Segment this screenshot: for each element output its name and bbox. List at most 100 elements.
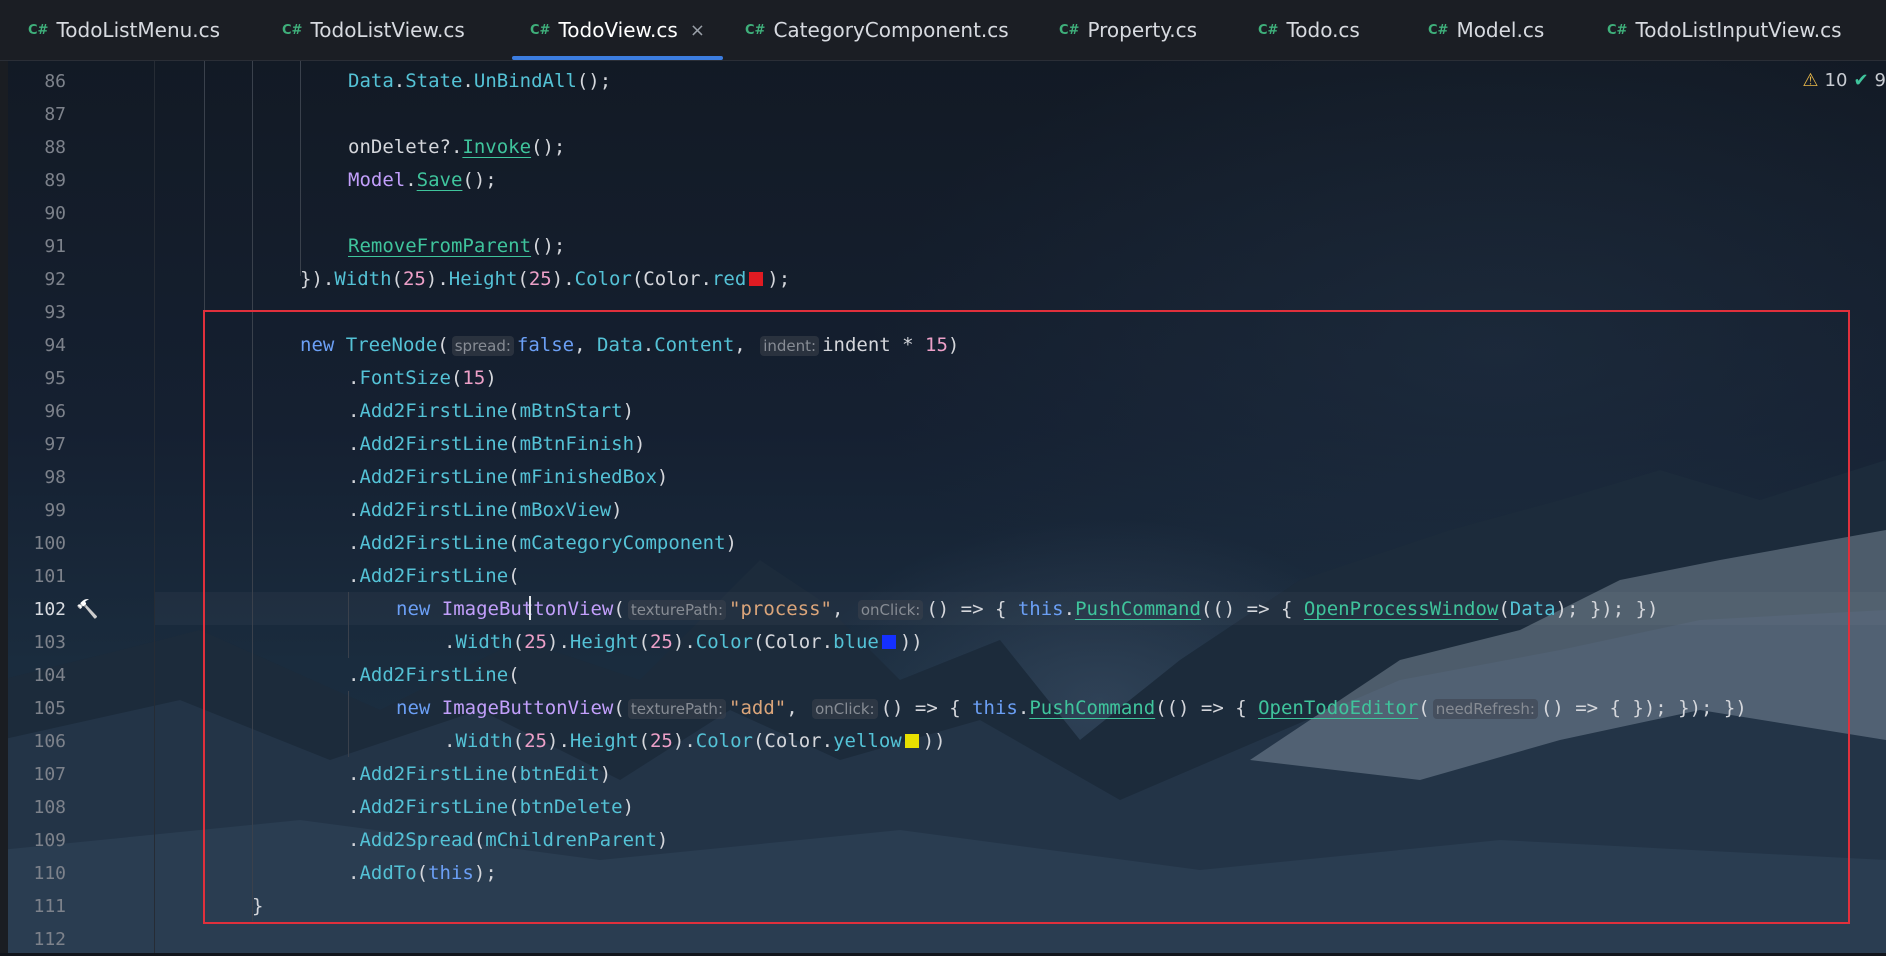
tab-label: Property.cs [1087, 18, 1197, 42]
code-token: }). [300, 268, 335, 290]
code-token: Color [643, 268, 701, 290]
line-number[interactable]: 99 [0, 494, 66, 527]
tab-todolistview[interactable]: C# TodoListView.cs [282, 0, 465, 60]
line-number[interactable]: 86 [0, 65, 66, 98]
line-number[interactable]: 102 [0, 593, 66, 626]
csharp-file-icon: C# [28, 22, 49, 38]
code-token: ( [391, 268, 403, 290]
line-number[interactable]: 103 [0, 626, 66, 659]
line-number[interactable]: 97 [0, 428, 66, 461]
code-token: onDelete?. [348, 136, 463, 158]
tab-label: TodoListInputView.cs [1635, 18, 1842, 42]
code-token: 25 [402, 268, 426, 290]
annotation-highlight-box [203, 310, 1850, 924]
code-token: . [405, 169, 417, 191]
code-token: Width [334, 268, 392, 290]
code-token: Data [348, 70, 394, 92]
code-text: Data.State.UnBindAll(); [348, 65, 611, 98]
code-token: ( [517, 268, 529, 290]
line-number[interactable]: 98 [0, 461, 66, 494]
ok-count: 9 [1874, 69, 1886, 91]
tab-property[interactable]: C# Property.cs [1059, 0, 1197, 60]
close-icon[interactable]: × [690, 20, 705, 41]
csharp-file-icon: C# [1059, 22, 1080, 38]
line-number[interactable]: 104 [0, 659, 66, 692]
tab-categorycomponent[interactable]: C# CategoryComponent.cs [745, 0, 1009, 60]
line-number[interactable]: 89 [0, 164, 66, 197]
tab-todolistmenu[interactable]: C# TodoListMenu.cs [28, 0, 220, 60]
line-number[interactable]: 96 [0, 395, 66, 428]
line-number[interactable]: 111 [0, 890, 66, 923]
warning-count: 10 [1824, 69, 1848, 91]
code-token: ). [551, 268, 575, 290]
code-line[interactable]: 92}).Width(25).Height(25).Color(Color.re… [0, 263, 1886, 296]
line-number[interactable]: 90 [0, 197, 66, 230]
code-token: ). [425, 268, 449, 290]
code-line[interactable]: 87 [0, 98, 1886, 131]
code-token: (); [531, 136, 566, 158]
tab-todoview[interactable]: C# TodoView.cs × [512, 0, 723, 60]
csharp-file-icon: C# [530, 22, 551, 38]
code-token: . [462, 70, 474, 92]
hammer-icon[interactable]: 🔨 [76, 593, 98, 626]
line-number[interactable]: 95 [0, 362, 66, 395]
csharp-file-icon: C# [1428, 22, 1449, 38]
code-token: . [393, 70, 406, 92]
code-token: UnBindAll [473, 70, 577, 92]
code-token: Invoke [462, 136, 532, 158]
tab-model[interactable]: C# Model.cs [1428, 0, 1544, 60]
code-token: State [405, 70, 463, 92]
check-icon: ✔ [1853, 69, 1869, 91]
code-token: Save [416, 169, 463, 191]
line-number[interactable]: 108 [0, 791, 66, 824]
code-token: (); [531, 235, 566, 257]
code-line[interactable]: 91 RemoveFromParent(); [0, 230, 1886, 263]
code-token: Color [574, 268, 632, 290]
line-number[interactable]: 112 [0, 923, 66, 956]
code-token: 25 [528, 268, 552, 290]
csharp-file-icon: C# [282, 22, 303, 38]
inspection-status[interactable]: ⚠ 10 ✔ 9 [1802, 67, 1886, 93]
tab-label: Todo.cs [1286, 18, 1360, 42]
line-number[interactable]: 106 [0, 725, 66, 758]
code-line[interactable]: 112 [0, 923, 1886, 956]
tab-todolistinputview[interactable]: C# TodoListInputView.cs [1607, 0, 1842, 60]
code-token: red [711, 268, 747, 290]
code-text: }).Width(25).Height(25).Color(Color.red)… [300, 263, 790, 296]
tab-todo[interactable]: C# Todo.cs [1258, 0, 1360, 60]
code-token: Height [448, 268, 518, 290]
line-number[interactable]: 92 [0, 263, 66, 296]
tab-label: TodoListMenu.cs [56, 18, 221, 42]
code-token: Model [348, 169, 406, 191]
line-number[interactable]: 100 [0, 527, 66, 560]
code-token: ); [767, 268, 791, 290]
csharp-file-icon: C# [1607, 22, 1628, 38]
color-swatch[interactable] [749, 272, 764, 286]
line-number[interactable]: 110 [0, 857, 66, 890]
code-token: (); [462, 169, 497, 191]
line-number[interactable]: 93 [0, 296, 66, 329]
tab-label: TodoListView.cs [310, 18, 465, 42]
code-token: RemoveFromParent [348, 235, 532, 257]
code-line[interactable]: 90 [0, 197, 1886, 230]
code-text: onDelete?.Invoke(); [348, 131, 565, 164]
code-text: Model.Save(); [348, 164, 497, 197]
code-token: (); [576, 70, 612, 92]
tab-label: CategoryComponent.cs [773, 18, 1009, 42]
line-number[interactable]: 88 [0, 131, 66, 164]
line-number[interactable]: 94 [0, 329, 66, 362]
line-number[interactable]: 91 [0, 230, 66, 263]
line-number[interactable]: 109 [0, 824, 66, 857]
line-number[interactable]: 107 [0, 758, 66, 791]
code-line[interactable]: 89 Model.Save(); [0, 164, 1886, 197]
line-number[interactable]: 105 [0, 692, 66, 725]
code-line[interactable]: 86 Data.State.UnBindAll(); [0, 65, 1886, 98]
warning-triangle-icon: ⚠ [1802, 69, 1819, 91]
tab-label: TodoView.cs [558, 18, 678, 42]
code-text: RemoveFromParent(); [348, 230, 565, 263]
tab-label: Model.cs [1456, 18, 1545, 42]
csharp-file-icon: C# [745, 22, 766, 38]
code-line[interactable]: 88 onDelete?.Invoke(); [0, 131, 1886, 164]
line-number[interactable]: 87 [0, 98, 66, 131]
line-number[interactable]: 101 [0, 560, 66, 593]
